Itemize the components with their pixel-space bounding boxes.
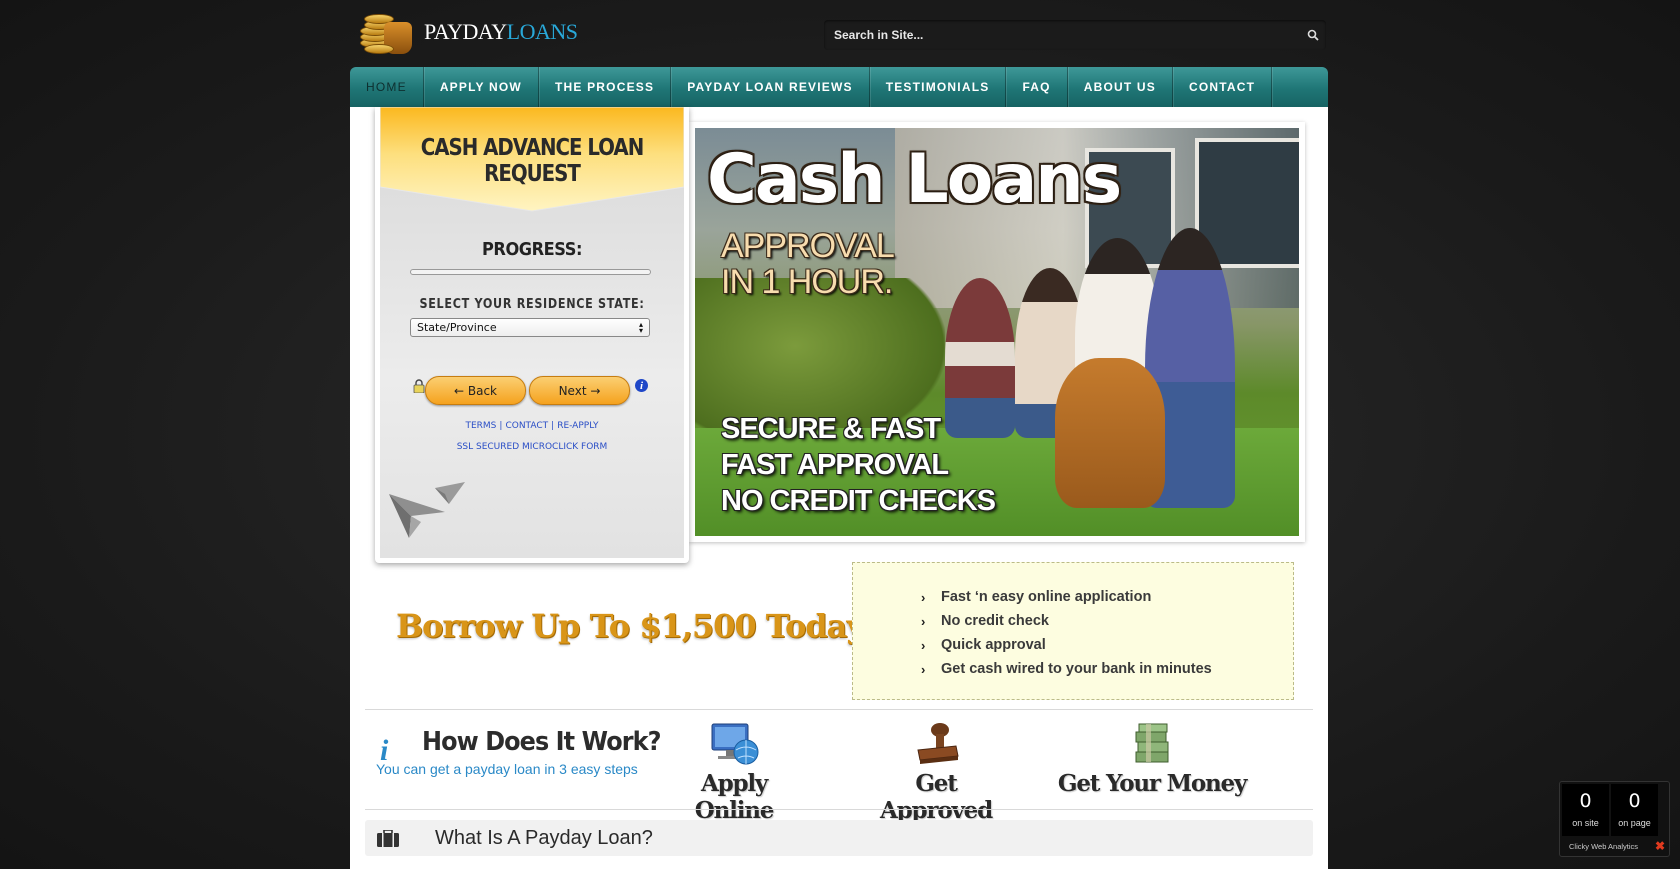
how-subtitle: You can get a payday loan in 3 easy step… [376, 761, 638, 777]
feature-item: › Get cash wired to your bank in minutes [921, 661, 1212, 677]
terms-link[interactable]: TERMS [465, 421, 496, 431]
step-get-your-money[interactable]: Get Your Money [1056, 722, 1248, 797]
chevron-right-icon: › [921, 589, 926, 605]
divider [365, 709, 1313, 710]
hero-bullet: NO CREDIT CHECKS [721, 485, 996, 517]
feature-item: › Quick approval [921, 637, 1046, 653]
state-select-value: State/Province [417, 321, 497, 334]
hero-bullets: SECURE & FAST FAST APPROVAL NO CREDIT CH… [721, 411, 996, 519]
borrow-headline: Borrow Up To $1,500 Today! [396, 607, 878, 645]
search-input[interactable] [824, 28, 1300, 42]
step-label: Get Your Money [1057, 770, 1247, 797]
nav-faq[interactable]: FAQ [1006, 67, 1068, 107]
dog-photo [1055, 358, 1165, 508]
hero-subtitle: APPROVAL IN 1 HOUR. [721, 227, 895, 301]
reapply-link[interactable]: RE-APPLY [557, 421, 598, 431]
site-logo[interactable]: PAYDAYLOANS [358, 8, 578, 56]
state-label: SELECT YOUR RESIDENCE STATE: [419, 297, 645, 312]
nav-the-process[interactable]: THE PROCESS [539, 67, 672, 107]
step-label: Get Approved [880, 770, 993, 824]
nav-contact[interactable]: CONTACT [1173, 67, 1273, 107]
nav-testimonials[interactable]: TESTIMONIALS [870, 67, 1007, 107]
hero-title: Cash Loans [707, 140, 1122, 219]
form-title: CASH ADVANCE LOAN REQUEST [420, 135, 645, 187]
contact-link[interactable]: CONTACT [505, 421, 548, 431]
form-links: TERMS | CONTACT | RE-APPLY [465, 421, 599, 431]
next-button[interactable]: Next → [529, 376, 630, 405]
what-title: What Is A Payday Loan? [435, 826, 653, 849]
search-icon[interactable] [1300, 22, 1326, 48]
content-panel: Cash Loans APPROVAL IN 1 HOUR. SECURE & … [350, 107, 1328, 869]
chevron-right-icon: › [921, 661, 926, 677]
coins-logo-icon [358, 8, 414, 56]
back-button[interactable]: ← Back [425, 376, 526, 405]
chevron-right-icon: › [921, 637, 926, 653]
feature-item: › No credit check [921, 613, 1049, 629]
loan-request-form: CASH ADVANCE LOAN REQUEST PROGRESS: SELE… [375, 107, 689, 563]
select-arrows-icon: ▴ ▾ [638, 319, 643, 335]
nav-home[interactable]: HOME [350, 67, 424, 107]
on-site-counter: 0 on site [1562, 784, 1609, 836]
logo-text: PAYDAYLOANS [424, 19, 578, 44]
progress-label: PROGRESS: [481, 239, 582, 260]
stamp-icon [910, 722, 962, 768]
divider [365, 809, 1313, 810]
hero-banner: Cash Loans APPROVAL IN 1 HOUR. SECURE & … [689, 122, 1305, 542]
state-select[interactable]: State/Province ▴ ▾ [410, 318, 650, 337]
step-label: Apply Online [694, 770, 775, 824]
money-stack-icon [1126, 722, 1178, 768]
ssl-secured-link[interactable]: SSL SECURED MICROCLICK FORM [375, 442, 689, 452]
nav-apply-now[interactable]: APPLY NOW [424, 67, 539, 107]
clicky-widget[interactable]: 0 on site 0 on page Clicky Web Analytics… [1559, 781, 1670, 857]
info-icon[interactable]: i [635, 379, 648, 392]
what-is-payday-loan-section[interactable]: What Is A Payday Loan? [365, 820, 1313, 856]
how-title: How Does It Work? [422, 727, 661, 757]
lock-icon [413, 379, 425, 394]
paper-plane-icon [387, 482, 467, 548]
feature-item: › Fast ‘n easy online application [921, 589, 1152, 605]
features-box: › Fast ‘n easy online application › No cre… [852, 562, 1294, 700]
close-icon[interactable]: ✖ [1655, 839, 1665, 853]
computer-globe-icon [708, 722, 760, 768]
page-wrapper: PAYDAYLOANS HOME APPLY NOW THE PROCESS P… [350, 0, 1328, 869]
briefcase-icon [377, 828, 399, 847]
nav-about-us[interactable]: ABOUT US [1068, 67, 1173, 107]
nav-payday-loan-reviews[interactable]: PAYDAY LOAN REVIEWS [671, 67, 870, 107]
chevron-right-icon: › [921, 613, 926, 629]
progress-bar [410, 269, 651, 275]
form-ribbon: CASH ADVANCE LOAN REQUEST [380, 107, 684, 215]
main-nav: HOME APPLY NOW THE PROCESS PAYDAY LOAN R… [350, 67, 1328, 107]
on-page-counter: 0 on page [1611, 784, 1658, 836]
hero-bullet: SECURE & FAST [721, 413, 941, 445]
hero-bullet: FAST APPROVAL [721, 449, 949, 481]
site-search [824, 20, 1326, 50]
